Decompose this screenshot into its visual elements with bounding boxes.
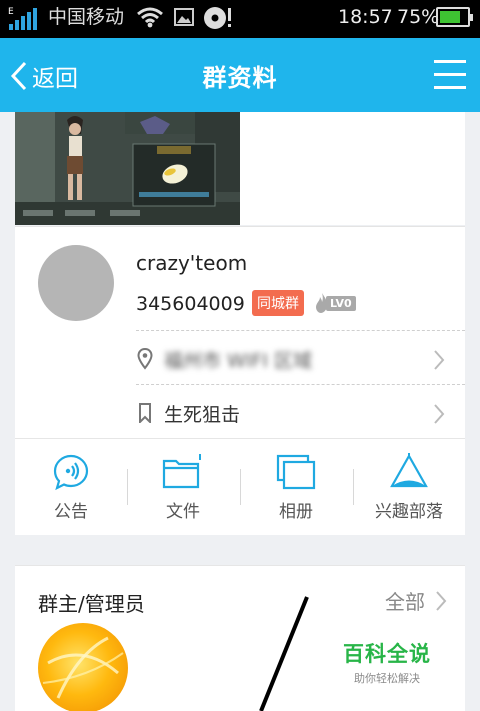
pen-mark xyxy=(259,596,309,711)
watermark-title: 百科全说 xyxy=(343,642,431,666)
watermark: 百科全说 助你轻松解决 xyxy=(335,638,439,686)
watermark-subtitle: 助你轻松解决 xyxy=(354,672,420,685)
